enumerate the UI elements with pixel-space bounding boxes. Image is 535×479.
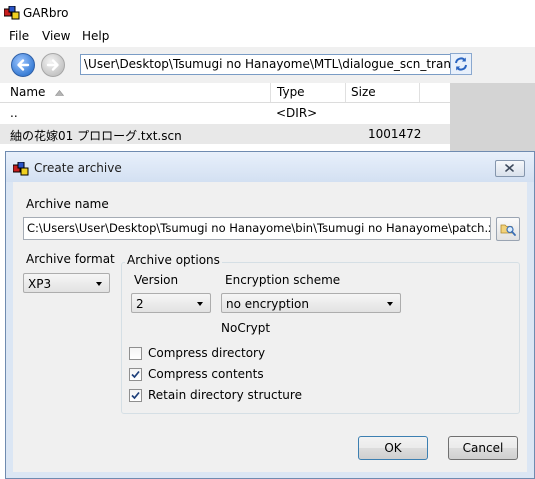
encryption-name: NoCrypt bbox=[221, 321, 271, 335]
version-select[interactable]: 2 bbox=[131, 293, 211, 313]
archive-name-label: Archive name bbox=[26, 197, 109, 211]
close-icon bbox=[505, 164, 514, 172]
file-name: .. bbox=[10, 106, 18, 120]
retain-directory-structure-checkbox[interactable] bbox=[129, 389, 142, 402]
ok-button[interactable]: OK bbox=[358, 436, 428, 460]
column-name[interactable]: Name bbox=[10, 85, 65, 99]
app-title: GARbro bbox=[23, 6, 69, 20]
version-label: Version bbox=[134, 273, 179, 287]
compress-contents-label[interactable]: Compress contents bbox=[148, 367, 264, 381]
preview-pane bbox=[450, 83, 535, 153]
menu-bar: File View Help bbox=[0, 26, 535, 47]
archive-options-label: Archive options bbox=[125, 253, 222, 267]
checkmark-icon bbox=[131, 370, 140, 379]
back-button[interactable] bbox=[11, 53, 35, 77]
archive-format-value: XP3 bbox=[28, 277, 52, 291]
browse-button[interactable] bbox=[496, 217, 520, 241]
title-bar: GARbro bbox=[0, 0, 535, 26]
menu-file[interactable]: File bbox=[9, 29, 29, 43]
compress-directory-label[interactable]: Compress directory bbox=[148, 346, 265, 360]
refresh-button[interactable] bbox=[450, 53, 472, 75]
archive-format-label: Archive format bbox=[26, 252, 115, 266]
list-item[interactable]: 紬の花嫁01 プロローグ.txt.scn 1001472 bbox=[0, 124, 450, 144]
create-archive-dialog: Create archive Archive name C:\Users\Use… bbox=[5, 151, 535, 479]
path-input[interactable] bbox=[80, 54, 454, 75]
encryption-scheme-label: Encryption scheme bbox=[225, 273, 341, 287]
file-size: 1001472 bbox=[368, 127, 422, 141]
menu-view[interactable]: View bbox=[42, 29, 70, 43]
arrow-left-icon bbox=[17, 59, 30, 71]
file-list: .. <DIR> 紬の花嫁01 プロローグ.txt.scn 1001472 bbox=[0, 103, 450, 151]
refresh-icon bbox=[455, 57, 467, 71]
close-button[interactable] bbox=[495, 160, 525, 177]
menu-help[interactable]: Help bbox=[82, 29, 109, 43]
version-value: 2 bbox=[136, 297, 144, 311]
compress-contents-checkbox[interactable] bbox=[129, 368, 142, 381]
checkmark-icon bbox=[131, 391, 140, 400]
column-divider[interactable] bbox=[345, 83, 346, 102]
compress-directory-checkbox[interactable] bbox=[129, 347, 142, 360]
toolbar bbox=[0, 47, 535, 83]
column-type[interactable]: Type bbox=[277, 85, 305, 99]
cancel-button[interactable]: Cancel bbox=[448, 436, 518, 460]
column-size[interactable]: Size bbox=[351, 85, 376, 99]
app-icon bbox=[4, 6, 20, 20]
list-item[interactable]: .. <DIR> bbox=[0, 103, 450, 123]
forward-button[interactable] bbox=[41, 53, 65, 77]
encryption-scheme-value: no encryption bbox=[226, 297, 309, 311]
folder-search-icon bbox=[500, 224, 516, 236]
archive-name-input[interactable]: C:\Users\User\Desktop\Tsumugi no Hanayom… bbox=[23, 217, 491, 240]
chevron-down-icon bbox=[387, 302, 393, 306]
app-icon bbox=[13, 162, 29, 176]
dialog-title: Create archive bbox=[34, 161, 122, 175]
encryption-scheme-select[interactable]: no encryption bbox=[221, 293, 401, 313]
arrow-right-icon bbox=[46, 59, 59, 71]
column-divider[interactable] bbox=[270, 83, 271, 102]
dialog-body: Archive name C:\Users\User\Desktop\Tsumu… bbox=[13, 182, 527, 472]
file-type: <DIR> bbox=[276, 106, 318, 120]
chevron-down-icon bbox=[96, 282, 102, 286]
file-name: 紬の花嫁01 プロローグ.txt.scn bbox=[10, 129, 182, 143]
dialog-title-bar[interactable]: Create archive bbox=[6, 152, 534, 182]
chevron-down-icon bbox=[197, 302, 203, 306]
retain-directory-structure-label[interactable]: Retain directory structure bbox=[148, 388, 302, 402]
file-list-header: Name Type Size bbox=[0, 83, 450, 103]
sort-ascending-icon bbox=[55, 89, 65, 96]
column-name-label: Name bbox=[10, 85, 46, 99]
archive-format-select[interactable]: XP3 bbox=[23, 273, 110, 293]
column-divider[interactable] bbox=[419, 83, 420, 102]
